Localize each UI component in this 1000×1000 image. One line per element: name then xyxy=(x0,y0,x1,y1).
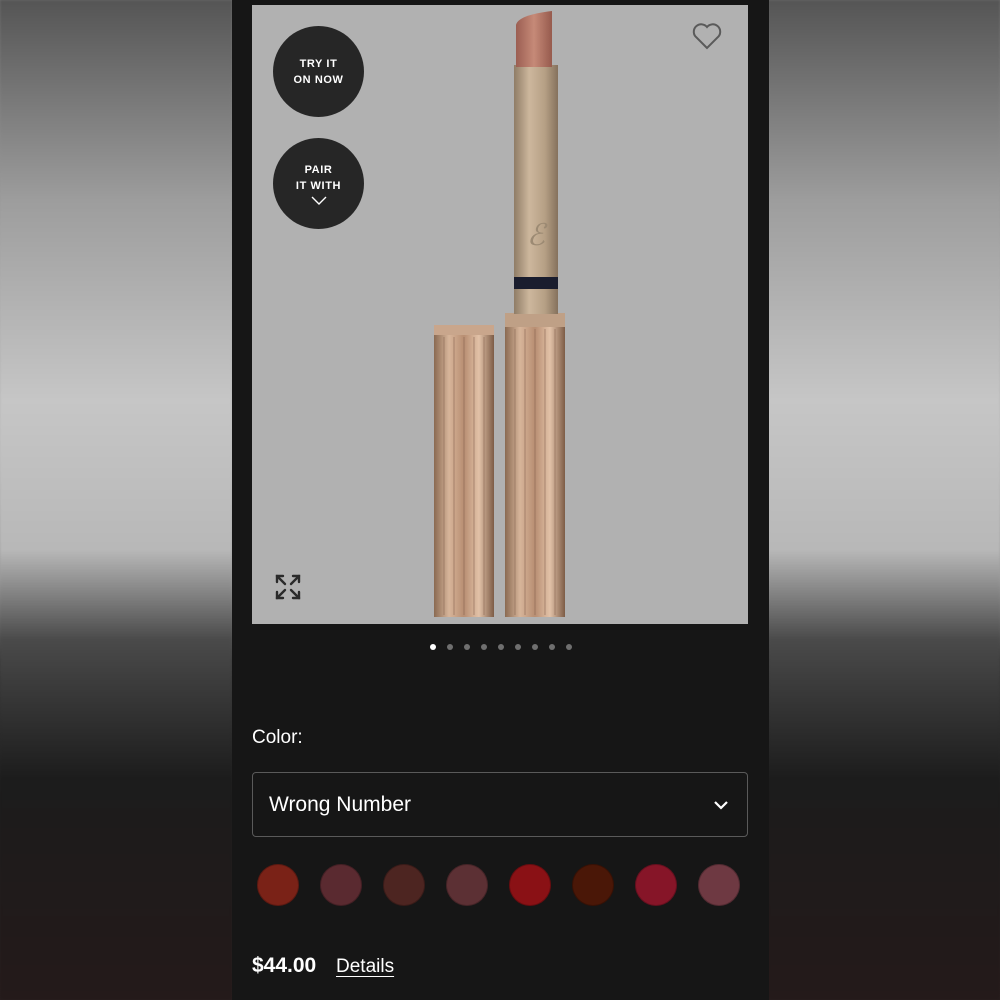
carousel-dot[interactable] xyxy=(531,644,538,650)
shade-select[interactable]: Wrong Number xyxy=(252,772,748,837)
pair-label-line2: IT WITH xyxy=(295,180,342,192)
selected-shade: Wrong Number xyxy=(269,792,411,816)
pair-label-line1: PAIR xyxy=(304,164,333,176)
expand-icon[interactable] xyxy=(274,573,302,601)
background-blur-right xyxy=(768,0,1000,1000)
pair-it-with-button[interactable]: PAIR IT WITH xyxy=(273,138,364,229)
shade-swatch[interactable] xyxy=(257,864,299,906)
carousel-dot[interactable] xyxy=(463,644,470,650)
carousel-dot[interactable] xyxy=(548,644,555,650)
background-blur-left xyxy=(0,0,232,1000)
shade-swatches xyxy=(257,864,740,906)
product-page: ℰ TRY IT ON NOW PAIR IT WITH Color: Wron… xyxy=(232,0,769,1000)
shade-swatch[interactable] xyxy=(383,864,425,906)
shade-swatch[interactable] xyxy=(572,864,614,906)
shade-swatch[interactable] xyxy=(320,864,362,906)
shade-swatch[interactable] xyxy=(635,864,677,906)
try-it-label-line1: TRY IT xyxy=(299,57,338,70)
price: $44.00 xyxy=(252,954,317,977)
carousel-dot[interactable] xyxy=(429,644,436,650)
try-it-label-line2: ON NOW xyxy=(293,73,344,86)
svg-text:ℰ: ℰ xyxy=(527,218,548,253)
carousel-dot[interactable] xyxy=(446,644,453,650)
shade-swatch[interactable] xyxy=(509,864,551,906)
try-it-on-button[interactable]: TRY IT ON NOW xyxy=(273,26,364,117)
carousel-dot[interactable] xyxy=(497,644,504,650)
product-image[interactable]: ℰ TRY IT ON NOW PAIR IT WITH xyxy=(252,5,748,624)
chevron-down-icon xyxy=(714,800,728,810)
carousel-pagination xyxy=(232,644,769,650)
carousel-dot[interactable] xyxy=(480,644,487,650)
chevron-down-icon xyxy=(311,196,326,205)
color-label: Color: xyxy=(252,727,303,748)
shade-swatch[interactable] xyxy=(698,864,740,906)
heart-icon[interactable] xyxy=(692,22,722,50)
carousel-dot[interactable] xyxy=(565,644,572,650)
shade-swatch[interactable] xyxy=(446,864,488,906)
carousel-dot[interactable] xyxy=(514,644,521,650)
details-link[interactable]: Details xyxy=(336,956,394,978)
